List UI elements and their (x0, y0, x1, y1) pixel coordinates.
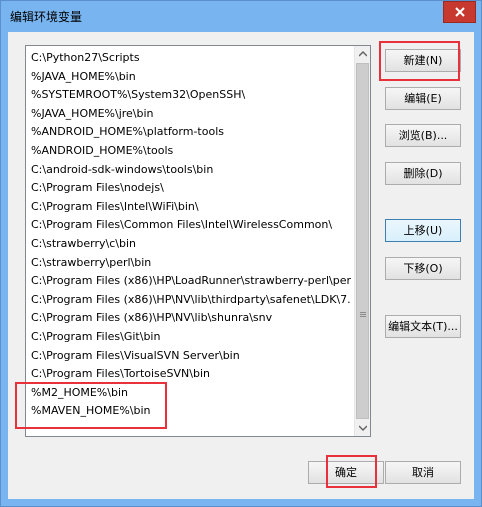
grip-icon (360, 312, 366, 317)
scroll-thumb[interactable] (356, 63, 369, 419)
window-title: 编辑环境变量 (10, 10, 83, 24)
title-bar[interactable]: 编辑环境变量 (1, 1, 481, 31)
list-item[interactable]: C:\strawberry\perl\bin (31, 254, 351, 272)
scroll-down-button[interactable] (355, 420, 370, 436)
list-item[interactable]: %ANDROID_HOME%\platform-tools (31, 123, 351, 141)
list-item[interactable]: C:\Program Files\TortoiseSVN\bin (31, 365, 351, 383)
list-item[interactable]: %M2_HOME%\bin (31, 384, 351, 402)
edit-button[interactable]: 编辑(E) (385, 87, 461, 110)
ok-button[interactable]: 确定 (308, 461, 384, 484)
list-item[interactable]: %JAVA_HOME%\jre\bin (31, 105, 351, 123)
vertical-scrollbar[interactable] (354, 46, 370, 436)
list-item[interactable]: C:\Program Files\nodejs\ (31, 179, 351, 197)
list-item[interactable]: %MAVEN_HOME%\bin (31, 402, 351, 420)
edit-text-button[interactable]: 编辑文本(T)... (385, 315, 461, 338)
list-item[interactable]: C:\Python27\Scripts (31, 49, 351, 67)
list-item[interactable]: %SYSTEMROOT%\System32\OpenSSH\ (31, 86, 351, 104)
move-up-button[interactable]: 上移(U) (385, 219, 461, 242)
delete-button[interactable]: 删除(D) (385, 162, 461, 185)
list-item[interactable]: C:\Program Files (x86)\HP\LoadRunner\str… (31, 272, 351, 290)
list-item[interactable]: C:\Program Files\Git\bin (31, 328, 351, 346)
move-down-button[interactable]: 下移(O) (385, 257, 461, 280)
list-item[interactable]: %JAVA_HOME%\bin (31, 68, 351, 86)
edit-env-var-dialog: 编辑环境变量 C:\Python27\Scripts %JAVA_HOME%\bi… (0, 0, 482, 507)
new-button[interactable]: 新建(N) (385, 49, 461, 72)
scroll-up-button[interactable] (355, 46, 370, 62)
dialog-body: C:\Python27\Scripts %JAVA_HOME%\bin %SYSTE… (8, 32, 474, 499)
list-item[interactable]: C:\Program Files (x86)\HP\NV\lib\thirdpa… (31, 291, 351, 309)
path-list[interactable]: C:\Python27\Scripts %JAVA_HOME%\bin %SYSTE… (25, 45, 371, 437)
close-button[interactable] (443, 1, 476, 23)
list-item[interactable]: C:\Program Files (x86)\HP\NV\lib\shunra\… (31, 309, 351, 327)
list-item[interactable]: C:\Program Files\VisualSVN Server\bin (31, 347, 351, 365)
list-item[interactable]: C:\android-sdk-windows\tools\bin (31, 161, 351, 179)
list-item[interactable]: C:\Program Files\Common Files\Intel\Wire… (31, 216, 351, 234)
list-item[interactable]: C:\strawberry\c\bin (31, 235, 351, 253)
list-item[interactable]: %ANDROID_HOME%\tools (31, 142, 351, 160)
browse-button[interactable]: 浏览(B)... (385, 124, 461, 147)
cancel-button[interactable]: 取消 (385, 461, 461, 484)
list-item[interactable]: C:\Program Files\Intel\WiFi\bin\ (31, 198, 351, 216)
